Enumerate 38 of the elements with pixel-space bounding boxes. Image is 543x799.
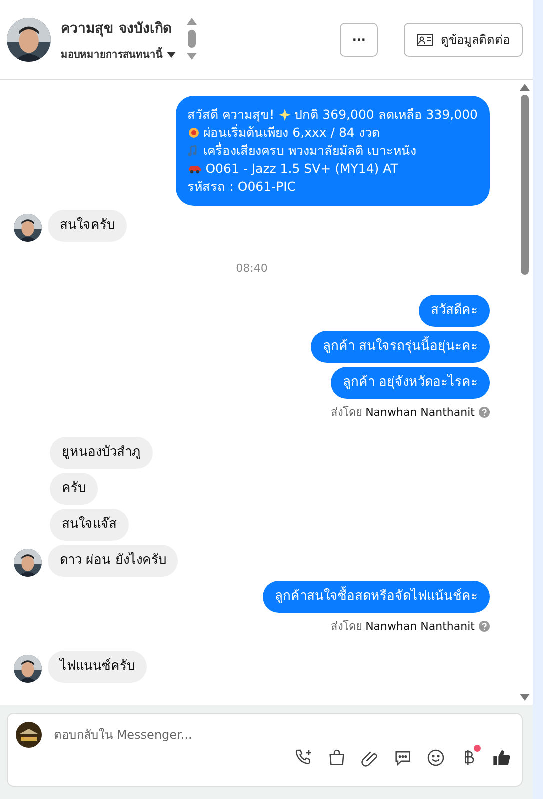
message-bubble: สนใจแจ๊ส bbox=[50, 509, 129, 541]
avatar bbox=[7, 18, 51, 62]
car-icon bbox=[188, 163, 202, 175]
contact-card-icon bbox=[417, 34, 433, 46]
message-bubble: สวัสดีคะ bbox=[419, 295, 490, 327]
emoji-icon[interactable] bbox=[426, 748, 446, 768]
message-bubble: ครับ bbox=[50, 473, 98, 505]
music-notes-icon bbox=[188, 145, 200, 157]
contact-name: ความสุข จงบังเกิด bbox=[61, 20, 173, 39]
burst-icon bbox=[188, 127, 200, 139]
message-bubble: ดาว ผ่อน ยังไงครับ bbox=[48, 545, 178, 577]
message-bubble: ยูหนองบัวสำภู bbox=[50, 437, 153, 469]
sparkle-icon bbox=[278, 109, 291, 121]
message-line: เครื่องเสียงครบ พวงมาลัยมัลติ เบาะหนัง bbox=[188, 142, 478, 160]
message-line: รหัสรถ : O061-PIC bbox=[188, 178, 298, 196]
message-bubble: ลูกค้าสนใจซื้อสดหรือจัดไฟแน้นช์คะ bbox=[263, 581, 490, 613]
sent-by-label: ส่งโดย Nanwhan Nanthanit bbox=[331, 405, 475, 421]
assign-dropdown[interactable]: มอบหมายการสนทนานี้ bbox=[61, 47, 176, 62]
thumbs-up-icon[interactable] bbox=[492, 748, 512, 768]
message-bubble: ไฟแนนซ์ครับ bbox=[48, 651, 147, 683]
scrollbar-thumb[interactable] bbox=[521, 95, 529, 275]
message-line: O061 - Jazz 1.5 SV+ (MY14) AT bbox=[188, 160, 478, 178]
sent-by-label: ส่งโดย Nanwhan Nanthanit bbox=[331, 619, 475, 635]
scroll-up-icon[interactable] bbox=[520, 84, 530, 91]
page-avatar bbox=[16, 722, 42, 748]
message-line: ผ่อนเริ่มต้นเพียง 6,xxx / 84 งวด bbox=[188, 124, 478, 142]
more-button[interactable]: ··· bbox=[340, 22, 378, 56]
message-bubble: สนใจครับ bbox=[48, 210, 127, 242]
timestamp: 08:40 bbox=[236, 262, 268, 275]
message-line: สวัสดี ความสุข! ปกติ 369,000 ลดเหลือ 339,000 bbox=[188, 106, 478, 124]
message-bubble: ลูกค้า อยุ่จังหวัดอะไรคะ bbox=[330, 367, 490, 399]
help-icon bbox=[479, 620, 490, 632]
caret-icon bbox=[167, 52, 176, 58]
scroll-down-icon[interactable] bbox=[520, 694, 530, 701]
shopping-bag-icon[interactable] bbox=[327, 748, 347, 768]
help-icon bbox=[479, 406, 490, 418]
message-bubble: ลูกค้า สนใจรถรุ่นนี้อยุ่นะคะ bbox=[310, 331, 490, 363]
view-contact-button[interactable]: ดูข้อมูลติดต่อ bbox=[404, 22, 523, 56]
